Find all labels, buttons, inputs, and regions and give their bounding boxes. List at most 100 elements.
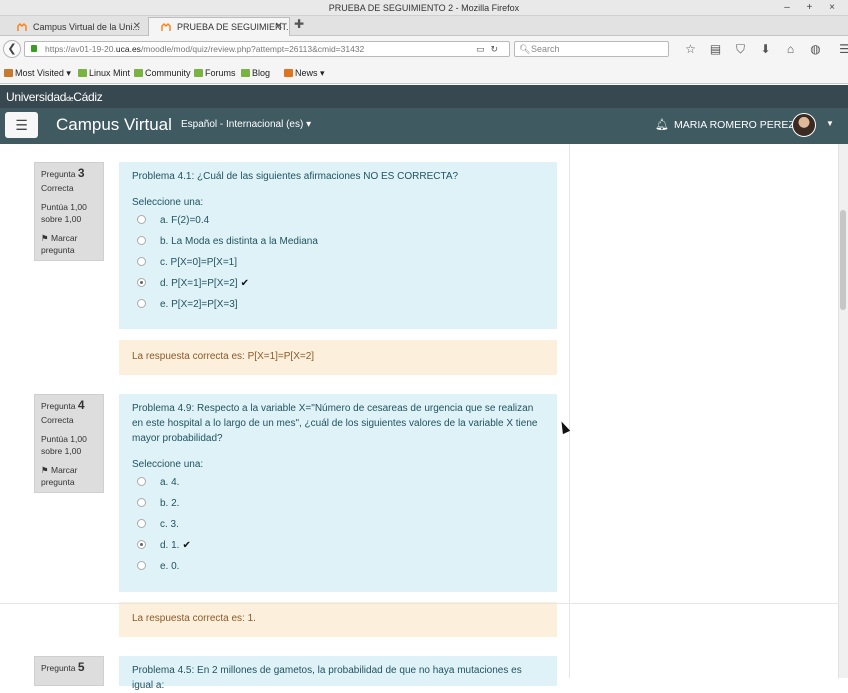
radio-button[interactable]: [137, 477, 146, 486]
search-placeholder: Search: [531, 44, 560, 54]
bookmark-label: News ▾: [295, 68, 325, 78]
content-divider: [569, 144, 570, 678]
avatar[interactable]: [792, 113, 816, 137]
folder-icon: [4, 69, 13, 77]
tab-campus-virtual[interactable]: Campus Virtual de la Uni... ✕: [4, 17, 148, 36]
question-state: Correcta: [41, 183, 74, 193]
answer-option-selected[interactable]: d. 1. ✔: [132, 535, 544, 556]
logo-text: Cádiz: [73, 90, 103, 104]
answer-label: d. P[X=1]=P[X=2]: [160, 278, 238, 289]
radio-button[interactable]: [137, 299, 146, 308]
tab-prueba[interactable]: PRUEBA DE SEGUIMIENT... ✕: [148, 17, 290, 36]
bookmark-linux-mint[interactable]: Linux Mint: [78, 66, 130, 80]
logo-text: Universidad: [6, 90, 67, 104]
radio-button[interactable]: [137, 215, 146, 224]
answer-option[interactable]: c. 3.: [132, 514, 544, 535]
question-number: Pregunta 3: [41, 166, 85, 180]
radio-button[interactable]: [137, 236, 146, 245]
bookmark-blog[interactable]: Blog: [241, 66, 270, 80]
window-controls[interactable]: – + ×: [784, 0, 842, 16]
radio-button-selected[interactable]: [137, 540, 146, 549]
bookmark-news[interactable]: News ▾: [284, 66, 325, 80]
checkmark-icon: ✔: [182, 540, 191, 551]
answer-option[interactable]: b. La Moda es distinta a la Mediana: [132, 231, 544, 252]
bookmark-label: Community: [145, 68, 191, 78]
university-logo[interactable]: UniversidaddeCádiz: [6, 90, 103, 104]
answer-option[interactable]: e. P[X=2]=P[X=3]: [132, 294, 544, 315]
chevron-down-icon[interactable]: ▼: [826, 119, 834, 128]
mint-icon: [194, 69, 203, 77]
reader-view-icon[interactable]: ▭: [476, 44, 491, 54]
tab-label: Campus Virtual de la Uni...: [33, 22, 140, 32]
question-number: Pregunta 5: [41, 660, 85, 674]
flag-question-link[interactable]: ⚑ Marcar pregunta: [41, 232, 97, 256]
university-band: [0, 85, 848, 108]
checkmark-icon: ✔: [240, 278, 249, 289]
answer-option[interactable]: b. 2.: [132, 493, 544, 514]
download-icon[interactable]: ⬇: [753, 41, 778, 57]
answer-option-selected[interactable]: d. P[X=1]=P[X=2] ✔: [132, 273, 544, 294]
language-menu[interactable]: Español - Internacional (es) ▾: [181, 119, 311, 130]
question-content: Problema 4.5: En 2 millones de gametos, …: [119, 656, 557, 691]
search-input[interactable]: 🔍︎ Search: [514, 41, 669, 57]
question-grade: Puntúa 1,00 sobre 1,00: [41, 202, 87, 224]
bell-icon[interactable]: 🔔︎: [655, 118, 669, 131]
user-name[interactable]: MARIA ROMERO PEREZ: [674, 119, 795, 131]
moodle-favicon-icon: [161, 23, 171, 31]
correct-answer-feedback: La respuesta correcta es: 1.: [119, 602, 557, 637]
url-bar[interactable]: https://av01-19-20.uca.es/moodle/mod/qui…: [24, 41, 510, 57]
url-prefix: https://av01-19-20.: [45, 44, 116, 54]
bookmark-label: Linux Mint: [89, 68, 131, 78]
question-info: Pregunta 5: [34, 656, 104, 686]
answer-option[interactable]: a. F(2)=0.4: [132, 210, 544, 231]
answer-prompt: Seleccione una:: [132, 197, 204, 208]
bookmark-label: Most Visited ▾: [15, 68, 71, 78]
radio-button[interactable]: [137, 498, 146, 507]
lock-icon: [31, 45, 37, 52]
answer-label: e. P[X=2]=P[X=3]: [160, 299, 238, 310]
answer-option[interactable]: a. 4.: [132, 472, 544, 493]
close-tab-icon[interactable]: ✕: [133, 18, 141, 35]
answer-label: c. P[X=0]=P[X=1]: [160, 257, 237, 268]
question-grade: Puntúa 1,00 sobre 1,00: [41, 434, 87, 456]
moodle-favicon-icon: [17, 23, 27, 31]
rss-icon: [284, 69, 293, 77]
answer-option[interactable]: e. 0.: [132, 556, 544, 577]
mint-icon: [241, 69, 250, 77]
flag-question-link[interactable]: ⚑ Marcar pregunta: [41, 464, 97, 488]
tab-label: PRUEBA DE SEGUIMIENT...: [177, 22, 290, 32]
pocket-icon[interactable]: ⛉: [728, 41, 753, 57]
library-icon[interactable]: ▤: [703, 41, 728, 57]
radio-button[interactable]: [137, 257, 146, 266]
radio-button[interactable]: [137, 561, 146, 570]
radio-button-selected[interactable]: [137, 278, 146, 287]
tab-strip: Campus Virtual de la Uni... ✕ PRUEBA DE S…: [0, 16, 848, 36]
answer-option[interactable]: c. P[X=0]=P[X=1]: [132, 252, 544, 273]
site-brand[interactable]: Campus Virtual: [56, 115, 172, 135]
toolbar-icons: ☆ ▤ ⛉ ⬇ ⌂ ◍ ☰: [678, 41, 848, 57]
bookmark-star-icon[interactable]: ☆: [678, 41, 703, 57]
bookmark-label: Forums: [205, 68, 236, 78]
bookmark-most-visited[interactable]: Most Visited ▾: [4, 66, 71, 80]
mint-icon: [78, 69, 87, 77]
bookmark-community[interactable]: Community: [134, 66, 191, 80]
reload-icon[interactable]: ↻: [490, 44, 504, 54]
question-info: Pregunta 4 Correcta Puntúa 1,00 sobre 1,0…: [34, 394, 104, 493]
question-content: Problema 4.1: ¿Cuál de las siguientes af…: [119, 162, 557, 329]
bookmark-forums[interactable]: Forums: [194, 66, 236, 80]
menu-icon[interactable]: ☰: [832, 41, 848, 57]
answer-label: b. 2.: [160, 498, 180, 509]
overlay-line: [0, 603, 848, 604]
new-tab-icon[interactable]: ✚: [294, 17, 304, 31]
close-tab-icon[interactable]: ✕: [275, 18, 283, 36]
back-icon[interactable]: ❮: [3, 40, 21, 58]
radio-button[interactable]: [137, 519, 146, 528]
bookmark-label: Blog: [252, 68, 271, 78]
correct-answer-feedback: La respuesta correcta es: P[X=1]=P[X=2]: [119, 340, 557, 375]
scrollbar-thumb[interactable]: [840, 210, 846, 310]
home-icon[interactable]: ⌂: [778, 41, 803, 57]
drawer-toggle-button[interactable]: ☰: [5, 112, 38, 138]
hamburger-icon: ☰: [15, 117, 28, 133]
answer-label: e. 0.: [160, 561, 180, 572]
chat-icon[interactable]: ◍: [803, 41, 828, 57]
